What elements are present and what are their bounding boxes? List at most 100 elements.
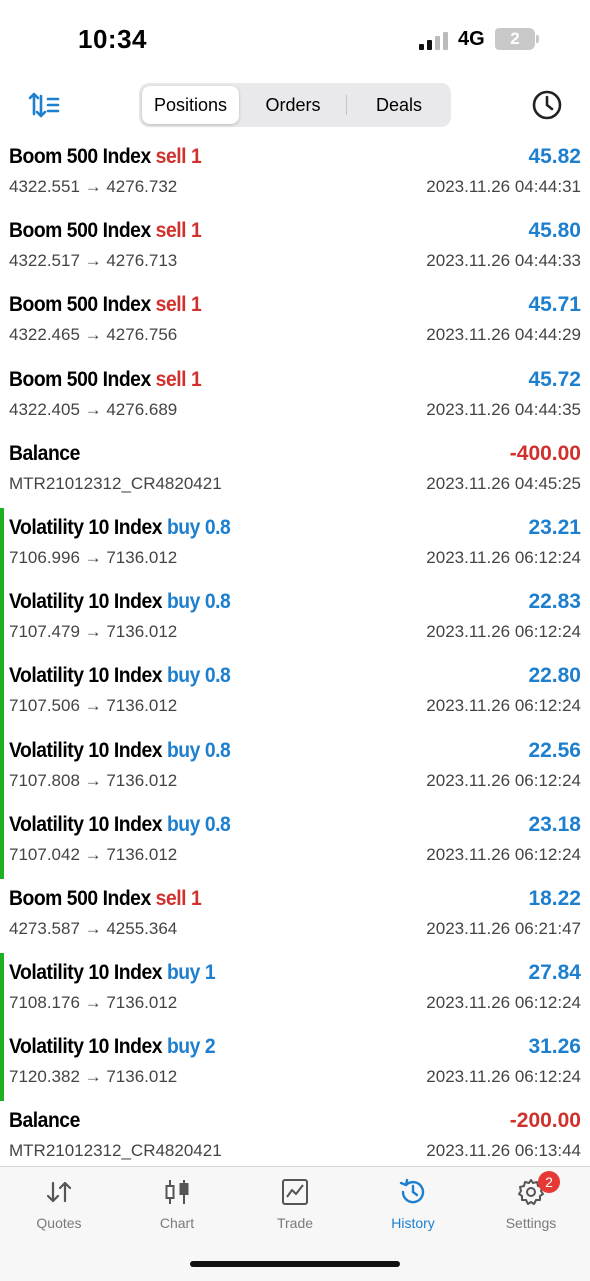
deal-symbol: Volatility 10 Index [9, 738, 163, 762]
tab-trade[interactable]: Trade [236, 1167, 354, 1247]
tab-settings-label: Settings [505, 1215, 557, 1231]
deal-symbol-line: Balance [9, 1109, 80, 1133]
deal-row[interactable]: Boom 500 Index sell 1 4322.405 → 4276.689… [0, 360, 590, 434]
deal-row[interactable]: Volatility 10 Index buy 0.8 7107.479 → 71… [0, 582, 590, 657]
deal-side: sell 1 [155, 886, 202, 910]
settings-badge: 2 [538, 1171, 560, 1193]
deal-time: 2023.11.26 04:45:25 [426, 473, 581, 493]
deal-row[interactable]: Boom 500 Index sell 1 4322.517 → 4276.713… [0, 211, 590, 285]
tab-history-label: History [391, 1215, 435, 1231]
history-clock-icon [532, 90, 562, 120]
buy-indicator-bar [0, 953, 4, 1028]
deal-profit: 22.80 [528, 664, 581, 688]
status-time: 10:34 [78, 24, 147, 54]
buy-indicator-bar [0, 1027, 4, 1102]
deal-profit: 22.83 [528, 590, 581, 614]
deal-row[interactable]: Volatility 10 Index buy 0.8 7106.996 → 71… [0, 507, 590, 583]
deal-prices: 7106.996 → 7136.012 [9, 547, 178, 567]
deal-profit: 27.84 [528, 961, 581, 985]
deal-row[interactable]: Boom 500 Index sell 1 4322.465 → 4276.756… [0, 285, 590, 359]
history-segmented-control: Positions Orders Deals [139, 83, 451, 127]
deal-symbol-line: Volatility 10 Index buy 1 [9, 961, 216, 985]
tab-orders[interactable]: Orders [243, 86, 343, 124]
deal-profit: 45.82 [528, 145, 581, 168]
trade-chart-icon [282, 1179, 308, 1205]
deal-symbol-line: Volatility 10 Index buy 0.8 [9, 738, 231, 763]
deal-time: 2023.11.26 06:12:24 [426, 622, 581, 642]
history-period-button[interactable] [530, 88, 564, 122]
history-header: Positions Orders Deals [0, 80, 590, 136]
deal-time: 2023.11.26 04:44:29 [426, 325, 581, 345]
deal-symbol: Boom 500 Index [9, 886, 151, 910]
buy-indicator-bar [0, 804, 4, 879]
buy-indicator-bar [0, 582, 4, 657]
deal-symbol: Volatility 10 Index [9, 515, 163, 539]
tab-history[interactable]: History [354, 1167, 472, 1247]
battery-percent: 2 [510, 29, 520, 48]
deal-symbol-line: Boom 500 Index sell 1 [9, 367, 202, 392]
deal-prices: 4322.517 → 4276.713 [9, 251, 178, 271]
deal-prices: 4322.405 → 4276.689 [9, 399, 178, 419]
tab-positions[interactable]: Positions [142, 86, 239, 124]
deal-time: 2023.11.26 06:12:24 [426, 1067, 581, 1087]
balance-row[interactable]: Balance MTR21012312_CR4820421 -400.00 2023… [0, 434, 590, 508]
deal-prices: 4322.551 → 4276.732 [9, 177, 178, 196]
deal-row[interactable]: Volatility 10 Index buy 0.8 7107.808 → 71… [0, 730, 590, 805]
deal-side: buy 0.8 [166, 515, 231, 539]
deal-symbol: Boom 500 Index [9, 219, 151, 243]
buy-indicator-bar [0, 730, 4, 805]
candlestick-chart-icon [165, 1180, 189, 1204]
deal-time: 2023.11.26 06:12:24 [426, 770, 581, 790]
segment-divider [346, 95, 347, 115]
deal-symbol-line: Volatility 10 Index buy 0.8 [9, 590, 231, 614]
deal-symbol: Volatility 10 Index [9, 590, 163, 614]
deal-row[interactable]: Volatility 10 Index buy 1 7108.176 → 7136… [0, 953, 590, 1028]
deal-time: 2023.11.26 06:21:47 [426, 918, 581, 938]
deal-profit: 23.18 [528, 812, 581, 836]
deals-list: Boom 500 Index sell 1 4322.551 → 4276.732… [0, 137, 590, 1176]
deal-symbol: Boom 500 Index [9, 367, 151, 391]
deal-symbol-line: Volatility 10 Index buy 0.8 [9, 812, 231, 837]
deal-prices: 7107.506 → 7136.012 [9, 696, 178, 716]
deal-row[interactable]: Boom 500 Index sell 1 4322.551 → 4276.732… [0, 137, 590, 211]
deal-profit: -400.00 [509, 441, 581, 465]
deal-row[interactable]: Boom 500 Index sell 1 4273.587 → 4255.364… [0, 879, 590, 953]
network-type: 4G [458, 28, 485, 50]
tab-quotes[interactable]: Quotes [0, 1167, 118, 1247]
deal-side: buy 0.8 [166, 812, 231, 836]
deal-time: 2023.11.26 06:12:24 [426, 844, 581, 864]
signal-icon [419, 30, 449, 50]
deal-symbol-line: Volatility 10 Index buy 0.8 [9, 664, 231, 688]
deal-row[interactable]: Volatility 10 Index buy 0.8 7107.506 → 71… [0, 656, 590, 731]
sort-button[interactable] [28, 90, 62, 120]
tab-chart[interactable]: Chart [118, 1167, 236, 1247]
deal-symbol: Volatility 10 Index [9, 664, 163, 688]
deal-row[interactable]: Volatility 10 Index buy 0.8 7107.042 → 71… [0, 804, 590, 879]
deal-prices: MTR21012312_CR4820421 [9, 1141, 222, 1161]
buy-indicator-bar [0, 656, 4, 731]
deal-row[interactable]: Volatility 10 Index buy 2 7120.382 → 7136… [0, 1027, 590, 1102]
deal-symbol-line: Boom 500 Index sell 1 [9, 219, 202, 243]
deal-side: buy 0.8 [166, 738, 231, 762]
deal-time: 2023.11.26 06:13:44 [426, 1141, 581, 1161]
battery-cap [536, 35, 539, 43]
tab-settings[interactable]: 2 Settings [472, 1167, 590, 1247]
deal-prices: MTR21012312_CR4820421 [9, 473, 222, 493]
tab-deals[interactable]: Deals [349, 86, 449, 124]
deal-side: sell 1 [155, 293, 202, 317]
deal-symbol: Boom 500 Index [9, 293, 151, 317]
deal-symbol: Volatility 10 Index [9, 1035, 163, 1059]
deal-symbol-line: Boom 500 Index sell 1 [9, 886, 202, 911]
deal-prices: 7107.479 → 7136.012 [9, 622, 178, 642]
balance-row[interactable]: Balance MTR21012312_CR4820421 -200.00 2023… [0, 1101, 590, 1175]
deal-profit: 22.56 [528, 738, 581, 762]
deal-time: 2023.11.26 04:44:31 [426, 177, 581, 196]
deal-profit: 45.72 [528, 367, 581, 391]
deal-symbol-line: Volatility 10 Index buy 0.8 [9, 515, 231, 540]
history-clock-icon [399, 1178, 425, 1204]
sort-icon [28, 92, 60, 118]
tab-quotes-label: Quotes [36, 1215, 82, 1231]
deal-side: buy 0.8 [166, 590, 231, 614]
deal-side: buy 2 [166, 1035, 216, 1059]
deal-prices: 4273.587 → 4255.364 [9, 918, 178, 938]
